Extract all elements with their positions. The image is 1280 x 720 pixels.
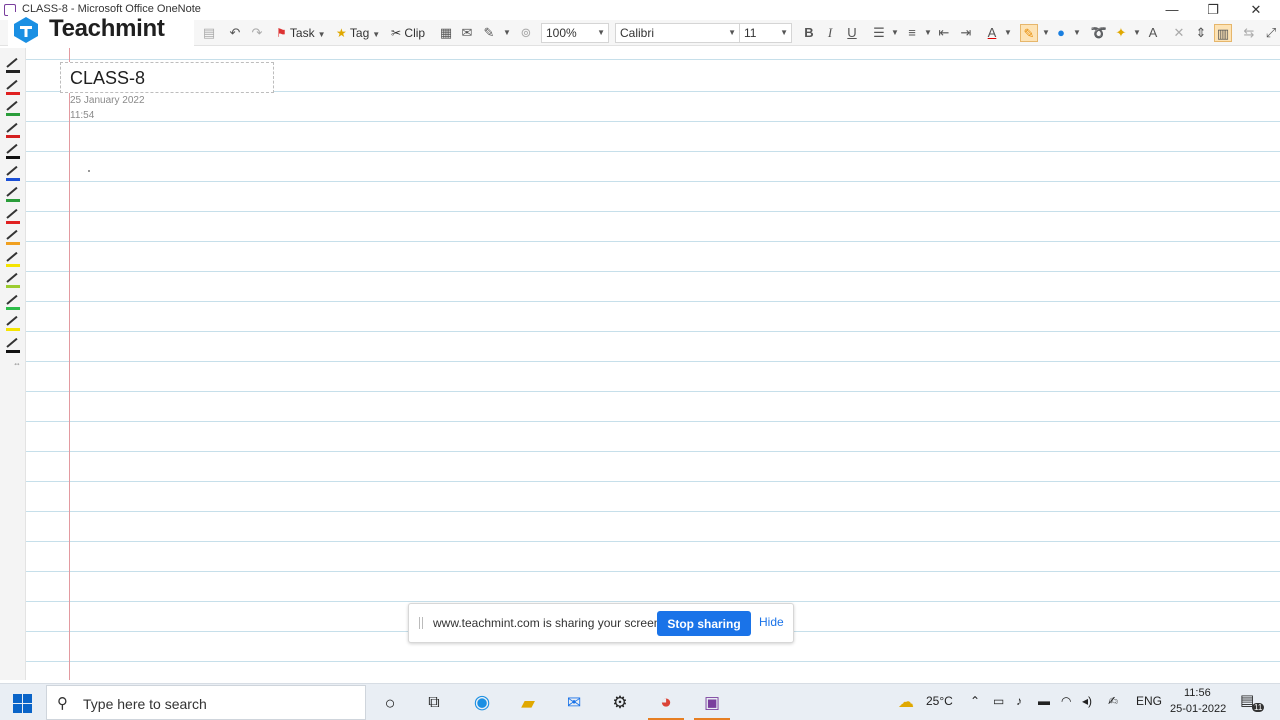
pen-swatch[interactable] [5, 164, 21, 182]
redo-icon[interactable]: ↷ [248, 24, 266, 42]
delete-icon[interactable]: ✕ [1170, 24, 1188, 42]
taskbar-search-input[interactable]: ⚲ Type here to search [46, 685, 366, 720]
chevron-down-icon[interactable]: ▼ [886, 24, 904, 42]
expand-icon[interactable]: ⤢ [1262, 24, 1280, 42]
clip-button[interactable]: ✂ Clip [391, 24, 425, 42]
sharing-message: www.teachmint.com is sharing your screen… [433, 616, 664, 630]
page-time: 11:54 [70, 110, 95, 121]
send-icon[interactable]: ✉ [458, 24, 476, 42]
task-view-icon[interactable]: ⧉ [422, 691, 446, 715]
pen-swatch[interactable] [5, 99, 21, 117]
restore-button[interactable]: ❐ [1199, 1, 1227, 19]
highlighter-pen-icon[interactable]: ✎ [1020, 24, 1038, 42]
undo-icon[interactable]: ↶ [226, 24, 244, 42]
weather-temperature[interactable]: 25°C [926, 694, 953, 708]
chevron-down-icon: ▼ [728, 28, 736, 37]
chevron-down-icon: ▼ [597, 28, 605, 37]
windows-start-icon[interactable] [12, 693, 32, 713]
wifi-icon[interactable]: ◠ [1061, 694, 1071, 708]
brand-name: Teachmint [49, 15, 165, 42]
font-family-select[interactable]: Calibri ▼ [615, 23, 740, 43]
zoom-icon[interactable]: ⊚ [517, 24, 535, 42]
teachmint-branding: Teachmint [8, 12, 194, 48]
clock-time[interactable]: 11:56 [1184, 687, 1211, 699]
insert-space-icon[interactable]: ⇕ [1192, 24, 1210, 42]
chevron-down-icon[interactable]: ▼ [999, 24, 1017, 42]
chevron-down-icon: ▼ [317, 30, 326, 39]
microphone-icon[interactable]: ♪ [1016, 694, 1022, 708]
settings-gear-icon[interactable]: ⚙ [608, 691, 632, 715]
pen-swatch[interactable] [5, 185, 21, 203]
pen-swatch[interactable] [5, 78, 21, 96]
screen-icon[interactable]: ▭ [993, 694, 1004, 708]
chevron-down-icon: ▼ [372, 30, 381, 39]
pen-swatch[interactable] [5, 121, 21, 139]
paste-icon[interactable]: ▤ [200, 24, 218, 42]
chevron-down-icon[interactable]: ▼ [1068, 24, 1086, 42]
pen-swatch[interactable] [5, 228, 21, 246]
volume-icon[interactable]: ◂) [1082, 694, 1092, 708]
zoom-select[interactable]: 100% ▼ [541, 23, 609, 43]
pen-swatch[interactable] [5, 207, 21, 225]
pen-swatch[interactable] [5, 293, 21, 311]
page-title[interactable]: CLASS-8 [70, 68, 145, 89]
underline-button[interactable]: U [843, 24, 861, 42]
chevron-down-icon[interactable]: ▼ [498, 24, 516, 42]
drag-handle-icon[interactable] [419, 617, 423, 629]
scissors-icon: ✂ [391, 26, 402, 40]
pen-swatch[interactable] [5, 56, 21, 74]
chrome-browser-icon[interactable]: ◕ [654, 691, 678, 715]
note-page[interactable]: CLASS-8 25 January 2022 11:54 [26, 48, 1280, 680]
pen-swatch[interactable] [5, 314, 21, 332]
expand-palette-icon[interactable]: ⇔ [13, 359, 21, 368]
chevron-down-icon: ▼ [780, 28, 788, 37]
clock-date[interactable]: 25-01-2022 [1170, 703, 1226, 715]
pen-swatch[interactable] [5, 336, 21, 354]
tag-button[interactable]: ★ Tag ▼ [336, 24, 380, 42]
page-title-container[interactable]: CLASS-8 [60, 62, 274, 93]
pen-workspace-icon[interactable]: ✍ [1108, 694, 1118, 708]
minimize-button[interactable]: — [1158, 1, 1186, 19]
page-date: 25 January 2022 [70, 95, 145, 106]
pen-swatch[interactable] [5, 271, 21, 289]
ink-dot [88, 170, 90, 172]
pen-swatch[interactable] [5, 250, 21, 268]
pen-palette: ⇔ [0, 48, 26, 680]
teachmint-logo-icon [14, 17, 38, 43]
stop-sharing-button[interactable]: Stop sharing [657, 611, 751, 636]
battery-icon[interactable]: ▬ [1038, 694, 1050, 708]
lasso-icon[interactable]: ➰ [1090, 24, 1108, 42]
language-indicator[interactable]: ENG [1136, 694, 1162, 708]
cortana-icon[interactable]: ○ [378, 691, 402, 715]
search-icon: ⚲ [57, 695, 68, 712]
pen-swatch[interactable] [5, 142, 21, 160]
weather-icon[interactable]: ☁ [898, 692, 914, 712]
star-icon: ★ [336, 26, 347, 40]
clear-formatting-button[interactable]: A [1144, 24, 1162, 42]
bold-button[interactable]: B [800, 24, 818, 42]
task-button[interactable]: ⚑ Task ▼ [276, 24, 326, 42]
italic-button[interactable]: I [821, 24, 839, 42]
increase-indent-icon[interactable]: ⇥ [957, 24, 975, 42]
page-view-icon[interactable]: ▥ [1214, 24, 1232, 42]
notification-badge: 11 [1252, 703, 1265, 712]
margin-line [69, 48, 70, 680]
edge-browser-icon[interactable]: ◉ [470, 691, 494, 715]
flag-icon: ⚑ [276, 26, 287, 40]
file-explorer-icon[interactable]: ▰ [516, 691, 540, 715]
screen-sharing-bar: www.teachmint.com is sharing your screen… [408, 603, 794, 643]
onenote-app-icon[interactable]: ▣ [700, 691, 724, 715]
tray-chevron-up-icon[interactable]: ⌃ [970, 694, 980, 708]
dock-icon[interactable]: ⇆ [1240, 24, 1258, 42]
windows-taskbar: ⚲ Type here to search ○ ⧉ ◉ ▰ ✉ ⚙ ◕ ▣ ☁ … [0, 683, 1280, 720]
hide-button[interactable]: Hide [759, 615, 784, 629]
pen-tool-icon[interactable]: ✎ [480, 24, 498, 42]
search-placeholder: Type here to search [83, 696, 207, 712]
font-size-select[interactable]: 11 ▼ [739, 23, 792, 43]
mail-icon[interactable]: ✉ [562, 691, 586, 715]
decrease-indent-icon[interactable]: ⇤ [935, 24, 953, 42]
table-icon[interactable]: ▦ [437, 24, 455, 42]
close-button[interactable]: ✕ [1242, 1, 1270, 19]
